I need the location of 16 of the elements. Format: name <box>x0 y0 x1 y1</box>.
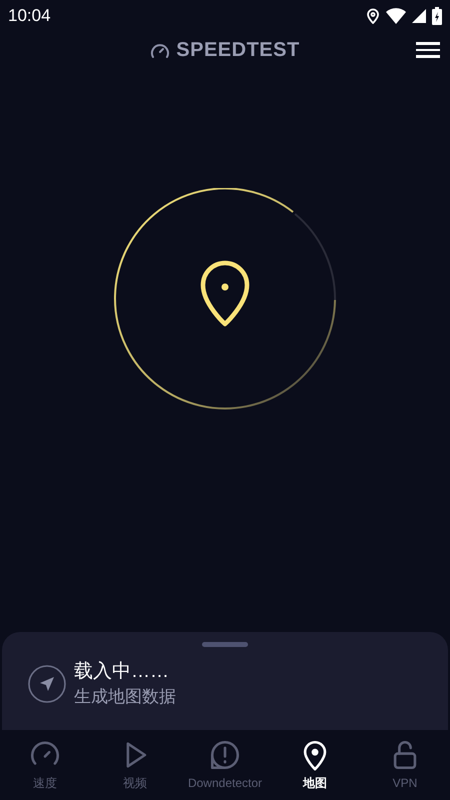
signal-icon <box>412 9 426 23</box>
app-logo-text: SPEEDTEST <box>176 38 300 63</box>
nav-tab[interactable]: VPN <box>360 730 450 800</box>
battery-icon <box>432 7 442 25</box>
nav-tab[interactable]: 视频 <box>90 730 180 800</box>
loading-title: 载入中…… <box>74 660 170 684</box>
drag-handle[interactable] <box>202 642 248 647</box>
nav-tab[interactable]: 地图 <box>270 730 360 800</box>
wifi-icon <box>386 8 406 24</box>
status-time: 10:04 <box>8 5 51 28</box>
location-icon <box>366 8 380 24</box>
alert-icon <box>208 738 242 772</box>
nav-tab[interactable]: Downdetector <box>180 730 270 800</box>
gauge-icon <box>150 41 170 59</box>
nav-tab[interactable]: 速度 <box>0 730 90 800</box>
loading-subtitle: 生成地图数据 <box>74 686 176 708</box>
